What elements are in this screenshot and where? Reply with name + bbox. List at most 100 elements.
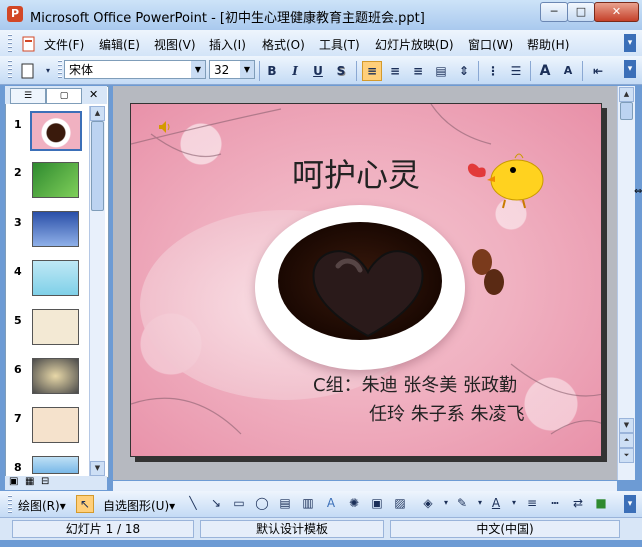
slide-thumbnail-1[interactable] <box>30 111 82 151</box>
slideshow-icon[interactable]: ⊟ <box>41 476 49 487</box>
slide-number: 7 <box>14 412 22 425</box>
menu-tools[interactable]: 工具(T) <box>319 36 360 53</box>
select-pointer-icon[interactable]: ↖ <box>76 495 94 513</box>
vertical-textbox-icon[interactable]: ▥ <box>300 495 316 511</box>
slide-title[interactable]: 呵护心灵 <box>292 150 420 196</box>
coffee-beans-image <box>472 249 504 295</box>
slide-thumbnail-8[interactable] <box>32 456 79 474</box>
slide-thumbnail-2[interactable] <box>32 162 79 198</box>
indent-icon[interactable]: ⇤ <box>588 61 608 81</box>
slide-number: 1 <box>14 118 22 131</box>
numbering-icon[interactable]: ⋮ <box>483 61 503 81</box>
pane-close-icon[interactable]: ✕ <box>89 88 98 101</box>
scroll-up-icon[interactable]: ▲ <box>90 106 105 121</box>
clipart-icon[interactable]: ▣ <box>369 495 385 511</box>
arrow-style-icon[interactable]: ⇄ <box>570 495 586 511</box>
shadow-style-icon[interactable]: ■ <box>593 495 609 511</box>
slide-horizontal-scrollbar[interactable] <box>113 481 617 491</box>
group-names-line2[interactable]: 任玲 朱子系 朱凌飞 <box>369 400 524 426</box>
toolbar-options-icon[interactable]: ▾ <box>624 60 636 78</box>
autoshapes-menu-button[interactable]: 自选图形(U)▾ <box>103 497 175 514</box>
splitter-icon[interactable]: ⇔ <box>634 186 642 197</box>
wordart-icon[interactable]: A <box>323 495 339 511</box>
maximize-button[interactable]: □ <box>567 2 595 22</box>
toolbar-grip-2[interactable] <box>58 60 62 80</box>
bold-button[interactable]: B <box>262 61 282 81</box>
chevron-down-icon[interactable]: ▼ <box>191 61 205 78</box>
menu-file[interactable]: 文件(F) <box>44 36 84 53</box>
tab-outline[interactable]: ☰ <box>10 88 46 104</box>
sound-icon <box>159 121 170 133</box>
textbox-icon[interactable]: ▤ <box>277 495 293 511</box>
chevron-down-icon[interactable]: ▾ <box>472 495 488 511</box>
diagram-icon[interactable]: ✺ <box>346 495 362 511</box>
line-icon[interactable]: ╲ <box>185 495 201 511</box>
menubar-options-icon[interactable]: ▾ <box>624 34 636 52</box>
minimize-button[interactable]: ─ <box>540 2 568 22</box>
bullets-icon[interactable]: ☰ <box>506 61 526 81</box>
menu-window[interactable]: 窗口(W) <box>468 36 513 53</box>
chevron-down-icon[interactable]: ▾ <box>438 495 454 511</box>
close-button[interactable]: ✕ <box>594 2 639 22</box>
chevron-down-icon[interactable]: ▼ <box>240 61 254 78</box>
align-center-icon[interactable]: ≡ <box>385 61 405 81</box>
normal-view-icon[interactable]: ▣ <box>9 476 18 487</box>
italic-button[interactable]: I <box>285 61 305 81</box>
distribute-icon[interactable]: ▤ <box>431 61 451 81</box>
menu-insert[interactable]: 插入(I) <box>209 36 246 53</box>
menu-help[interactable]: 帮助(H) <box>527 36 569 53</box>
scroll-down-icon[interactable]: ▼ <box>619 418 634 433</box>
dash-style-icon[interactable]: ┅ <box>547 495 563 511</box>
font-color-icon[interactable]: A <box>488 495 504 511</box>
line-spacing-icon[interactable]: ⇕ <box>454 61 474 81</box>
previous-slide-icon[interactable]: ⏶ <box>619 433 634 448</box>
scroll-thumb[interactable] <box>620 102 633 120</box>
tab-slides[interactable]: ▢ <box>46 88 82 104</box>
rectangle-icon[interactable]: ▭ <box>231 495 247 511</box>
menu-view[interactable]: 视图(V) <box>154 36 196 53</box>
line-color-icon[interactable]: ✎ <box>454 495 470 511</box>
next-slide-icon[interactable]: ⏷ <box>619 448 634 463</box>
draw-menu-button[interactable]: 绘图(R)▾ <box>18 497 66 514</box>
align-left-icon[interactable]: ≡ <box>362 61 382 81</box>
menu-format[interactable]: 格式(O) <box>262 36 305 53</box>
toolbar-grip[interactable] <box>8 60 12 80</box>
menu-slideshow[interactable]: 幻灯片放映(D) <box>375 36 454 53</box>
slide-thumbnail-7[interactable] <box>32 407 79 443</box>
slide-thumbnail-6[interactable] <box>32 358 79 394</box>
slide-number: 2 <box>14 166 22 179</box>
arrow-icon[interactable]: ↘ <box>208 495 224 511</box>
scroll-down-icon[interactable]: ▼ <box>90 461 105 476</box>
chevron-down-icon[interactable]: ▾ <box>506 495 522 511</box>
new-icon[interactable] <box>18 61 38 81</box>
fill-color-icon[interactable]: ◈ <box>420 495 436 511</box>
speaker-icon[interactable] <box>158 120 172 137</box>
line-style-icon[interactable]: ≡ <box>524 495 540 511</box>
menu-doc-icon[interactable] <box>21 36 37 55</box>
drawbar-options-icon[interactable]: ▾ <box>624 495 636 513</box>
underline-button[interactable]: U <box>308 61 328 81</box>
shadow-button[interactable]: S <box>331 61 351 81</box>
slide-sorter-icon[interactable]: ▦ <box>25 476 34 487</box>
drawbar-grip[interactable] <box>8 495 12 513</box>
grow-font-icon[interactable]: A <box>535 61 555 81</box>
slide-thumbnail-4[interactable] <box>32 260 79 296</box>
slide-number: 6 <box>14 363 22 376</box>
font-size-combo[interactable]: 32 ▼ <box>209 60 255 79</box>
shrink-font-icon[interactable]: A <box>558 61 578 81</box>
toolbar-dropdown-icon[interactable]: ▾ <box>38 61 58 81</box>
slide-thumbnail-5[interactable] <box>32 309 79 345</box>
align-right-icon[interactable]: ≡ <box>408 61 428 81</box>
powerpoint-app-icon[interactable]: P <box>7 6 23 22</box>
scroll-up-icon[interactable]: ▲ <box>619 87 634 102</box>
menu-edit[interactable]: 编辑(E) <box>99 36 140 53</box>
status-slide-info: 幻灯片 1 / 18 <box>12 520 194 538</box>
toolbar-separator <box>582 61 583 81</box>
oval-icon[interactable]: ◯ <box>254 495 270 511</box>
picture-icon[interactable]: ▨ <box>392 495 408 511</box>
group-names-line1[interactable]: C组：朱迪 张冬美 张政勤 <box>313 371 517 397</box>
font-name-combo[interactable]: 宋体 ▼ <box>64 60 206 79</box>
scroll-thumb[interactable] <box>91 121 104 211</box>
menubar-grip[interactable] <box>8 34 12 52</box>
slide-thumbnail-3[interactable] <box>32 211 79 247</box>
